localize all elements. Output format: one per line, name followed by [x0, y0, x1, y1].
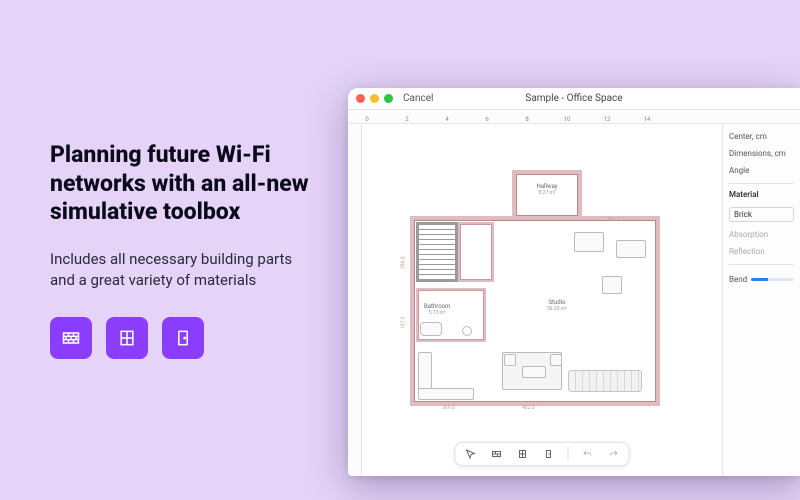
prop-dimensions: Dimensions, cm	[729, 149, 794, 158]
door-icon	[162, 317, 204, 359]
dim-label: 197.0	[402, 316, 408, 329]
wall-icon	[50, 317, 92, 359]
coffee-table[interactable]	[522, 366, 546, 378]
floorplan-canvas[interactable]: Hallway 8.27 m² Studio 56.20 m²	[362, 124, 722, 476]
minimize-icon[interactable]	[370, 94, 379, 103]
undo-icon[interactable]	[581, 447, 595, 461]
stairs[interactable]	[416, 222, 458, 282]
subhead: Includes all necessary building parts an…	[50, 249, 320, 291]
chair-2[interactable]	[550, 354, 562, 366]
desk-2[interactable]	[616, 240, 646, 258]
ruler-horizontal: 0 2 4 6 8 10 12 14	[348, 110, 800, 124]
bathtub[interactable]	[420, 322, 442, 336]
sofa[interactable]	[568, 370, 642, 392]
properties-panel: Center, cm Dimensions, cm Angle Material…	[722, 124, 800, 476]
dim-label: 369.0	[442, 406, 455, 412]
dim-label: 462.0	[522, 406, 535, 412]
desk-1[interactable]	[574, 232, 604, 252]
studio-label: Studio 56.20 m²	[547, 300, 567, 312]
desk-3[interactable]	[602, 276, 622, 294]
headline: Planning future Wi-Fi networks with an a…	[50, 141, 320, 227]
door-tool-icon[interactable]	[542, 447, 556, 461]
prop-bend-label: Bend	[729, 275, 747, 284]
cancel-button[interactable]: Cancel	[403, 93, 433, 104]
close-icon[interactable]	[356, 94, 365, 103]
redo-icon[interactable]	[607, 447, 621, 461]
toilet[interactable]	[462, 326, 472, 336]
dim-label: 296.0	[402, 256, 408, 269]
closet[interactable]	[458, 222, 494, 282]
ruler-vertical	[348, 124, 362, 476]
chair-1[interactable]	[504, 354, 516, 366]
hallway-label: Hallway 8.27 m²	[520, 184, 574, 196]
prop-reflection: Reflection	[729, 247, 794, 256]
traffic-lights[interactable]	[356, 94, 393, 103]
bend-slider[interactable]	[751, 278, 794, 281]
window-icon	[106, 317, 148, 359]
app-window: Cancel Sample - Office Space 0 2 4 6 8 1…	[348, 88, 800, 476]
prop-angle: Angle	[729, 166, 794, 175]
window-tool-icon[interactable]	[516, 447, 530, 461]
pointer-icon[interactable]	[464, 447, 478, 461]
material-select[interactable]: Brick	[729, 207, 794, 222]
feature-icons	[50, 317, 320, 359]
wall-tool-icon[interactable]	[490, 447, 504, 461]
prop-material-label: Material	[729, 190, 794, 199]
dim-label: 303.0	[607, 218, 620, 224]
prop-center: Center, cm	[729, 132, 794, 141]
floorplan[interactable]: Hallway 8.27 m² Studio 56.20 m²	[402, 170, 682, 430]
prop-absorption: Absorption	[729, 230, 794, 239]
zoom-icon[interactable]	[384, 94, 393, 103]
counter-bottom[interactable]	[418, 388, 474, 400]
window-titlebar: Cancel Sample - Office Space	[348, 88, 800, 110]
bottom-toolbar	[455, 442, 630, 466]
bathroom-label: Bathroom 5.73 m²	[424, 304, 450, 316]
